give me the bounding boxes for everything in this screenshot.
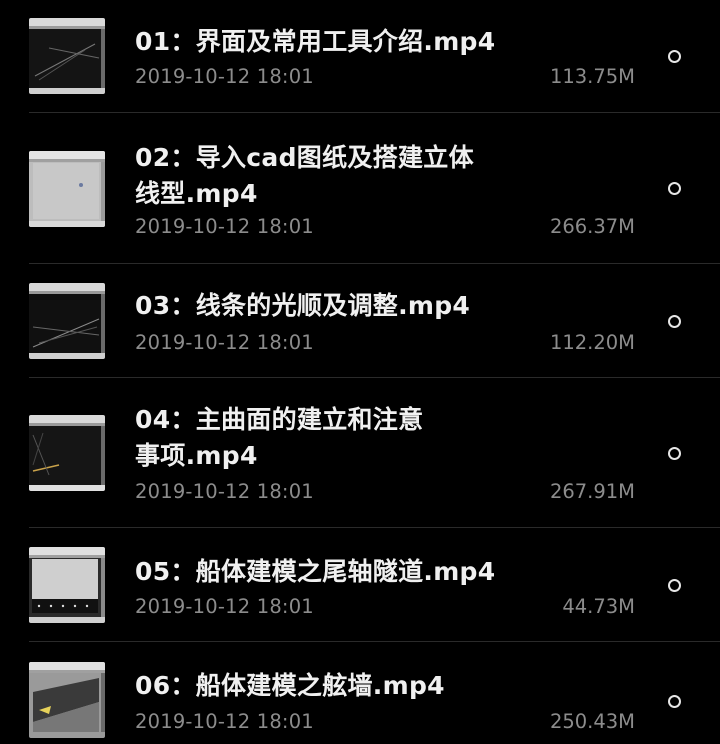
file-title: 01：界面及常用工具介绍.mp4 — [135, 27, 496, 56]
radio-circle-icon[interactable] — [668, 695, 681, 708]
file-title-line: 事项.mp4 — [135, 441, 258, 470]
video-thumbnail-image — [29, 662, 105, 738]
file-title: 02：导入cad图纸及搭建立体 线型.mp4 — [135, 140, 555, 212]
video-thumbnail-image — [29, 283, 105, 359]
file-title-line: 04：主曲面的建立和注意 — [135, 405, 424, 434]
video-thumbnail — [29, 151, 105, 227]
video-thumbnail-image — [29, 415, 105, 491]
file-size: 267.91M — [549, 480, 635, 503]
video-thumbnail — [29, 547, 105, 623]
file-title: 05：船体建模之尾轴隧道.mp4 — [135, 557, 496, 586]
file-date: 2019-10-12 18:01 — [135, 595, 314, 618]
file-date: 2019-10-12 18:01 — [135, 331, 314, 354]
radio-circle-icon[interactable] — [668, 315, 681, 328]
radio-circle-icon[interactable] — [668, 182, 681, 195]
radio-circle-icon[interactable] — [668, 50, 681, 63]
file-date: 2019-10-12 18:01 — [135, 65, 314, 88]
file-size: 44.73M — [562, 595, 635, 618]
file-title-line: 02：导入cad图纸及搭建立体 — [135, 143, 474, 172]
list-item[interactable]: 04：主曲面的建立和注意 事项.mp4 2019-10-12 18:01 267… — [0, 378, 720, 527]
file-date: 2019-10-12 18:01 — [135, 480, 314, 503]
video-thumbnail-image — [29, 18, 105, 94]
video-thumbnail — [29, 662, 105, 738]
video-thumbnail-image — [29, 547, 105, 623]
file-title-line: 线型.mp4 — [135, 179, 258, 208]
file-date: 2019-10-12 18:01 — [135, 215, 314, 238]
file-title: 06：船体建模之舷墙.mp4 — [135, 671, 445, 700]
file-title: 03：线条的光顺及调整.mp4 — [135, 291, 471, 320]
radio-circle-icon[interactable] — [668, 579, 681, 592]
list-item[interactable]: 03：线条的光顺及调整.mp4 2019-10-12 18:01 112.20M — [0, 264, 720, 377]
list-item[interactable]: 02：导入cad图纸及搭建立体 线型.mp4 2019-10-12 18:01 … — [0, 113, 720, 263]
file-size: 112.20M — [549, 331, 635, 354]
video-thumbnail — [29, 283, 105, 359]
video-thumbnail — [29, 18, 105, 94]
file-size: 250.43M — [549, 710, 635, 733]
file-date: 2019-10-12 18:01 — [135, 710, 314, 733]
file-size: 266.37M — [549, 215, 635, 238]
radio-circle-icon[interactable] — [668, 447, 681, 460]
video-thumbnail-image — [29, 151, 105, 227]
file-size: 113.75M — [549, 65, 635, 88]
list-item[interactable]: 01：界面及常用工具介绍.mp4 2019-10-12 18:01 113.75… — [0, 0, 720, 112]
list-item[interactable]: 05：船体建模之尾轴隧道.mp4 2019-10-12 18:01 44.73M — [0, 528, 720, 641]
video-thumbnail — [29, 415, 105, 491]
list-item[interactable]: 06：船体建模之舷墙.mp4 2019-10-12 18:01 250.43M — [0, 642, 720, 744]
file-title: 04：主曲面的建立和注意 事项.mp4 — [135, 402, 555, 474]
